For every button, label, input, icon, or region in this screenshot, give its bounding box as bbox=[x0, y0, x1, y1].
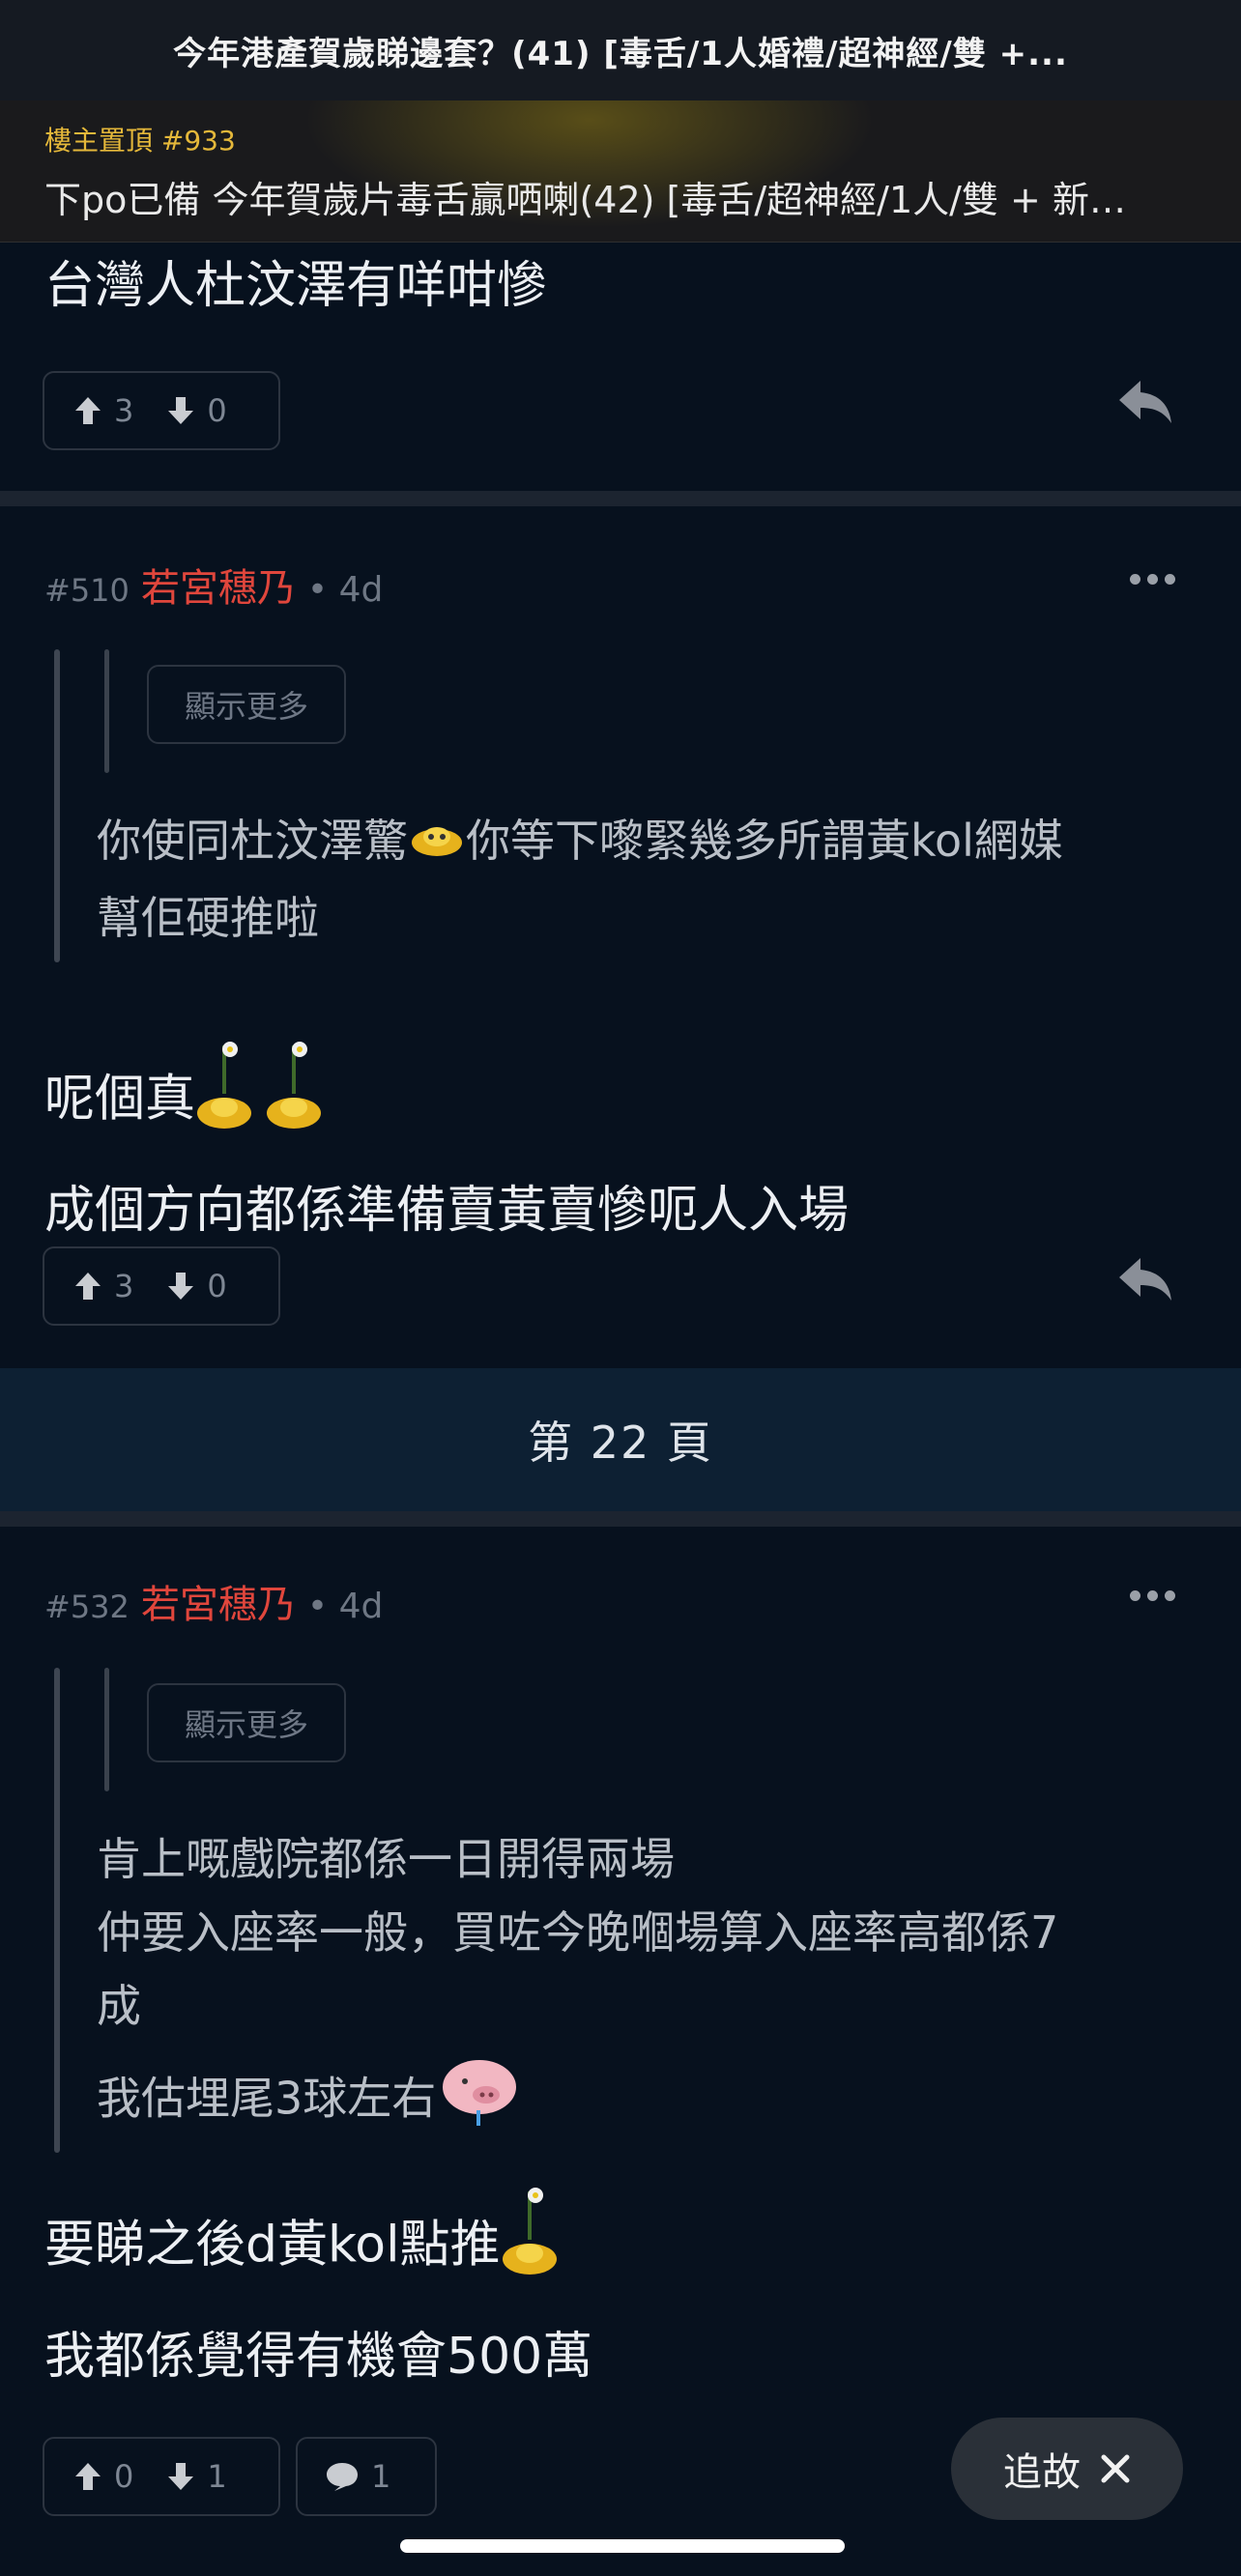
post-meta: #532 若宮穗乃 • 4d bbox=[44, 1573, 383, 1629]
home-indicator[interactable] bbox=[400, 2539, 845, 2553]
close-icon[interactable] bbox=[1100, 2453, 1131, 2484]
nested-quote-bar bbox=[104, 649, 109, 773]
downvote-button[interactable]: 0 bbox=[166, 392, 227, 429]
upvote-count: 3 bbox=[114, 1268, 134, 1304]
thumbs-up-icon bbox=[75, 2463, 101, 2490]
quote-line: 成 bbox=[97, 1980, 141, 2032]
reply-count: 1 bbox=[371, 2458, 391, 2495]
pig-emoji-icon bbox=[436, 2052, 523, 2151]
post-divider bbox=[0, 1511, 1241, 1527]
body-line: 成個方向都係準備賣黃賣慘呃人入場 bbox=[44, 1182, 850, 1240]
post-divider bbox=[0, 491, 1241, 506]
pinned-post-banner[interactable]: 樓主置頂 #933 下po已備 今年賀歲片毒舌贏哂喇(42) [毒舌/超神經/1… bbox=[0, 100, 1241, 243]
flower-emoji-icon bbox=[195, 1036, 331, 1168]
quote-text: 肯上嘅戲院都係一日開得兩場 仲要入座率一般，買咗今晚嗰場算入座率高都係7 成 我… bbox=[97, 1822, 1058, 2151]
quote-bar bbox=[54, 649, 60, 962]
thumbs-down-icon bbox=[168, 2463, 194, 2490]
quote-line: 你使同杜汶澤驚 bbox=[97, 815, 408, 867]
nested-quote-bar bbox=[104, 1668, 109, 1791]
replies-button[interactable]: 1 bbox=[296, 2437, 437, 2516]
quote-line: 你等下嚟緊幾多所謂黃kol網媒 bbox=[466, 815, 1063, 867]
pinned-text: 下po已備 今年賀歲片毒舌贏哂喇(42) [毒舌/超神經/1人/雙 + 新… bbox=[44, 179, 1126, 221]
thumbs-down-icon bbox=[168, 1273, 194, 1300]
show-more-button[interactable]: 顯示更多 bbox=[147, 1683, 346, 1762]
downvote-count: 1 bbox=[207, 2458, 227, 2495]
thumbs-down-icon bbox=[168, 397, 194, 424]
downvote-count: 0 bbox=[207, 392, 227, 429]
post-body-text: 呢個真 成個方向都係準備賣黃賣慘呃人入場 bbox=[44, 1036, 849, 1253]
upvote-button[interactable]: 3 bbox=[73, 392, 133, 429]
post-body-text: 要睇之後d黃kol點推 我都係覺得有機會500萬 bbox=[44, 2182, 592, 2399]
post-meta: #510 若宮穗乃 • 4d bbox=[44, 557, 383, 613]
upvote-button[interactable]: 0 bbox=[73, 2458, 133, 2495]
emoji-icon bbox=[408, 808, 466, 881]
body-line: 要睇之後d黃kol點推 bbox=[44, 2216, 501, 2275]
username[interactable]: 若宮穗乃 bbox=[141, 557, 296, 613]
quote-line: 肯上嘅戲院都係一日開得兩場 bbox=[97, 1833, 675, 1885]
vote-box: 3 0 bbox=[43, 1246, 280, 1326]
body-line: 呢個真 bbox=[44, 1070, 196, 1129]
page-label: 第 22 頁 bbox=[528, 1417, 713, 1469]
page-separator: 第 22 頁 bbox=[0, 1368, 1241, 1511]
follow-story-button[interactable]: 追故 bbox=[951, 2418, 1183, 2520]
post-time: • 4d bbox=[306, 570, 384, 610]
post-body-text: 台灣人杜汶澤有咩咁慘 bbox=[44, 257, 548, 315]
thumbs-up-icon bbox=[75, 397, 101, 424]
more-options-icon[interactable] bbox=[1130, 574, 1175, 585]
downvote-button[interactable]: 1 bbox=[166, 2458, 227, 2495]
thread-title-bar[interactable]: 今年港產賀歲睇邊套？(41) [毒舌/1人婚禮/超神經/雙 +... bbox=[0, 0, 1241, 101]
downvote-count: 0 bbox=[207, 1268, 227, 1304]
pinned-label: 樓主置頂 #933 bbox=[44, 125, 236, 157]
thumbs-up-icon bbox=[75, 1273, 101, 1300]
show-more-button[interactable]: 顯示更多 bbox=[147, 665, 346, 744]
flower-emoji-icon bbox=[501, 2182, 568, 2314]
upvote-count: 3 bbox=[114, 392, 134, 429]
downvote-button[interactable]: 0 bbox=[166, 1268, 227, 1304]
reply-icon[interactable] bbox=[1117, 1256, 1173, 1306]
vote-box: 3 0 bbox=[43, 371, 280, 450]
body-line: 我都係覺得有機會500萬 bbox=[44, 2328, 593, 2386]
comment-icon bbox=[327, 2463, 358, 2491]
quote-line: 仲要入座率一般，買咗今晚嗰場算入座率高都係7 bbox=[97, 1906, 1059, 1959]
upvote-button[interactable]: 3 bbox=[73, 1268, 133, 1304]
username[interactable]: 若宮穗乃 bbox=[141, 1573, 296, 1629]
follow-label: 追故 bbox=[1003, 2450, 1081, 2495]
upvote-count: 0 bbox=[114, 2458, 134, 2495]
reply-icon[interactable] bbox=[1117, 379, 1173, 429]
more-options-icon[interactable] bbox=[1130, 1590, 1175, 1601]
post-number: #510 bbox=[44, 572, 130, 609]
quote-line: 幫佢硬推啦 bbox=[97, 891, 319, 944]
post-time: • 4d bbox=[306, 1587, 384, 1626]
quote-line: 我估埋尾3球左右 bbox=[97, 2072, 437, 2125]
post-number: #532 bbox=[44, 1589, 130, 1625]
vote-box: 0 1 bbox=[43, 2437, 280, 2516]
quote-bar bbox=[54, 1668, 60, 2153]
quote-text: 你使同杜汶澤驚 你等下嚟緊幾多所謂黃kol網媒 幫佢硬推啦 bbox=[97, 804, 1063, 955]
thread-title: 今年港產賀歲睇邊套？(41) [毒舌/1人婚禮/超神經/雙 +... bbox=[173, 34, 1068, 73]
